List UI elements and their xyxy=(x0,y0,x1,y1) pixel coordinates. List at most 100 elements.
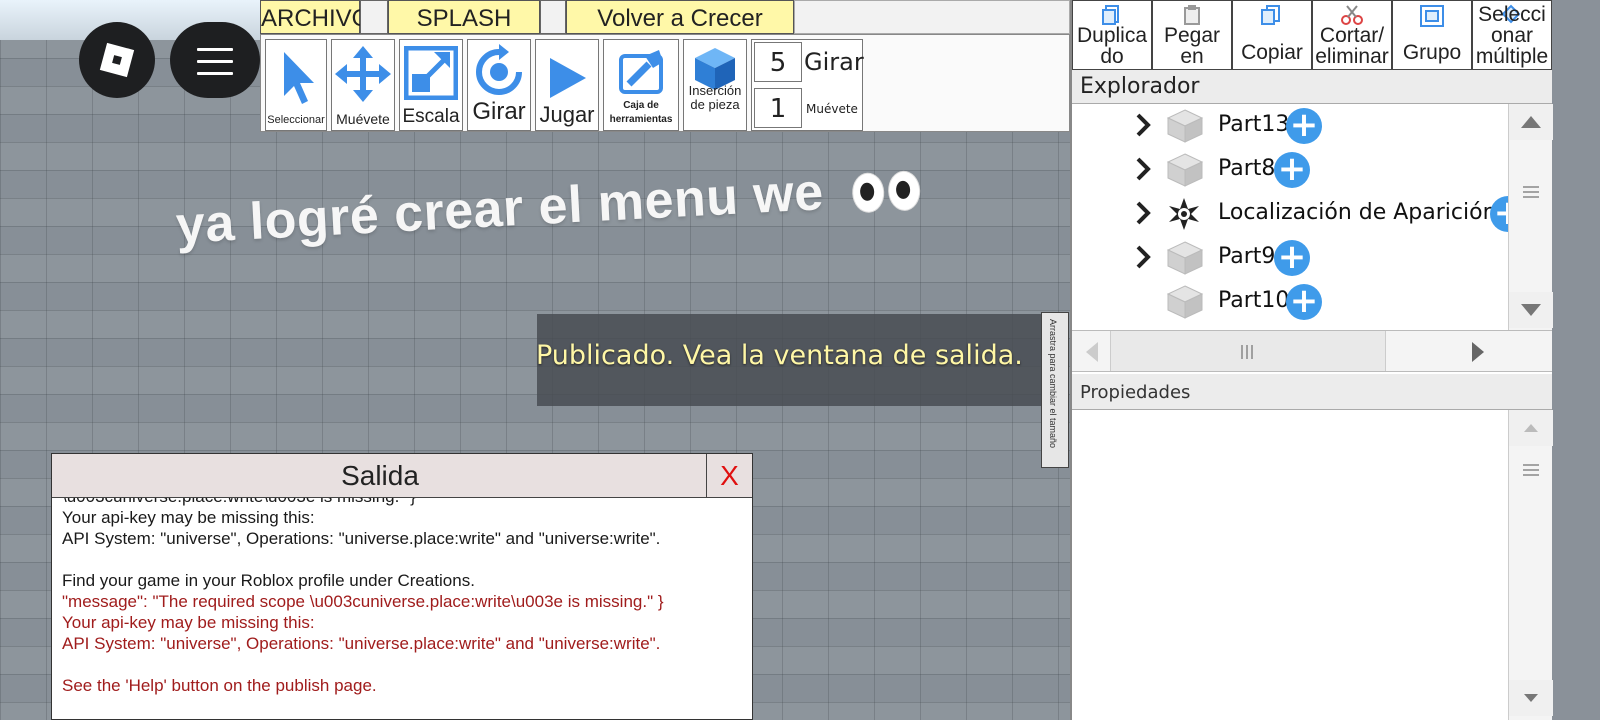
select-tool-label: Seleccionar xyxy=(267,114,325,126)
arrow-up-icon xyxy=(1524,424,1538,432)
duplicate-icon xyxy=(1102,5,1119,25)
scroll-grip-icon[interactable] xyxy=(1521,184,1541,200)
horizontal-scroll-thumb[interactable] xyxy=(1110,331,1386,371)
resize-handle[interactable]: Arrastra para cambiar el tamaño xyxy=(1041,312,1069,468)
duplicate-button[interactable]: Duplica do xyxy=(1072,0,1152,70)
group-button[interactable]: Grupo xyxy=(1392,0,1472,70)
arrow-right-icon[interactable] xyxy=(1468,340,1488,364)
paste-into-label: Pegar en xyxy=(1163,24,1221,68)
output-line: "message": "The required scope \u003cuni… xyxy=(62,592,664,611)
part-icon xyxy=(1166,109,1204,143)
chevron-right-icon[interactable] xyxy=(1134,244,1154,270)
tree-item-spawn-location[interactable]: Localización de Aparición + xyxy=(1072,192,1508,236)
group-label: Grupo xyxy=(1402,41,1462,64)
tab-spacer xyxy=(360,0,388,34)
insert-object-plus-icon[interactable]: + xyxy=(1274,152,1310,188)
copy-button[interactable]: Copiar xyxy=(1232,0,1312,70)
arrow-left-icon[interactable] xyxy=(1082,340,1102,364)
chevron-right-icon[interactable] xyxy=(1134,156,1154,182)
explorer-horizontal-scrollbar[interactable] xyxy=(1072,330,1552,372)
insert-object-plus-icon[interactable]: + xyxy=(1286,284,1322,320)
chevron-right-icon[interactable] xyxy=(1134,112,1154,138)
spawn-icon xyxy=(1169,198,1199,230)
tree-item-label: Part10 xyxy=(1218,288,1290,313)
tree-item-part10[interactable]: Part10 + xyxy=(1072,280,1508,324)
output-log[interactable]: \u003cuniverse.place:write\u003e is miss… xyxy=(52,498,752,720)
tree-item-label: Part13 xyxy=(1218,112,1290,137)
tree-item-part13[interactable]: Part13 + xyxy=(1072,104,1508,148)
explorer-vertical-scrollbar[interactable] xyxy=(1508,104,1553,330)
properties-vertical-scrollbar[interactable] xyxy=(1508,410,1553,720)
tree-item-label: Localización de Aparición xyxy=(1218,200,1497,225)
chevron-right-icon[interactable] xyxy=(1134,200,1154,226)
paste-icon xyxy=(1184,5,1200,25)
hamburger-icon xyxy=(197,48,233,84)
part-insert-label-line1: Inserción xyxy=(688,83,742,98)
insert-object-plus-icon[interactable]: + xyxy=(1286,108,1322,144)
toolbox-button[interactable]: Caja de herramientas xyxy=(603,39,679,131)
paste-into-button[interactable]: Pegar en xyxy=(1152,0,1232,70)
output-line: See the 'Help' button on the publish pag… xyxy=(62,676,377,695)
explorer-header: Explorador xyxy=(1072,70,1552,104)
rotate-increment-input[interactable]: 5 xyxy=(754,42,802,82)
part-insert-button[interactable]: Inserción de pieza xyxy=(683,39,747,131)
tree-item-part8[interactable]: Part8 + xyxy=(1072,148,1508,192)
output-line: Your api-key may be missing this: xyxy=(62,613,315,632)
scroll-down-button[interactable] xyxy=(1509,292,1553,328)
quick-tools-bar: Duplica do Pegar en Copiar Cortar/eliminar… xyxy=(1072,0,1552,70)
move-arrows-icon xyxy=(335,46,391,102)
tab-splash[interactable]: SPLASH xyxy=(388,0,540,34)
tab-spacer xyxy=(540,0,566,34)
scroll-grip-icon[interactable] xyxy=(1521,462,1541,478)
roblox-menu-button[interactable] xyxy=(79,22,155,98)
output-lines: \u003cuniverse.place:write\u003e is miss… xyxy=(62,498,664,696)
rotate-increment-label: Girar xyxy=(804,48,864,76)
cut-delete-button[interactable]: Cortar/eliminar xyxy=(1312,0,1392,70)
tree-item-part9[interactable]: Part9 + xyxy=(1072,236,1508,280)
scale-tool-button[interactable]: Escala xyxy=(399,39,463,131)
arrow-down-icon xyxy=(1524,694,1538,702)
output-window: Salida X \u003cuniverse.place:write\u003… xyxy=(51,453,753,720)
tab-archivo[interactable]: ARCHIVO xyxy=(260,0,370,34)
arrow-down-icon xyxy=(1521,304,1541,316)
properties-list[interactable] xyxy=(1072,410,1508,720)
rotate-tool-button[interactable]: Girar xyxy=(467,39,531,131)
select-tool-button[interactable]: Seleccionar xyxy=(265,39,327,131)
explorer-tree[interactable]: Part13 + Part8 + Localización de Aparici… xyxy=(1072,104,1508,330)
hamburger-menu-button[interactable] xyxy=(170,22,260,98)
toolbox-label-line1: Caja de xyxy=(623,100,659,111)
output-line: Find your game in your Roblox profile un… xyxy=(62,571,475,590)
eyes-emoji-icon xyxy=(851,170,922,214)
output-line: \u003cuniverse.place:write\u003e is miss… xyxy=(62,498,664,507)
move-increment-input[interactable]: 1 xyxy=(754,88,802,128)
insert-object-plus-icon[interactable]: + xyxy=(1274,240,1310,276)
tab-volver-a-crecer[interactable]: Volver a Crecer xyxy=(566,0,794,34)
output-title: Salida xyxy=(341,460,419,491)
resize-handle-label: Arrastra para cambiar el tamaño xyxy=(1048,319,1058,449)
scale-icon xyxy=(404,46,458,100)
arrow-up-icon xyxy=(1521,116,1541,128)
output-header[interactable]: Salida X xyxy=(52,454,752,498)
multi-select-button[interactable]: Selecci onar múltiple xyxy=(1472,0,1552,70)
scroll-down-button[interactable] xyxy=(1509,680,1553,716)
move-tool-button[interactable]: Muévete xyxy=(331,39,395,131)
properties-header: Propiedades xyxy=(1072,374,1552,410)
rotate-tool-label: Girar xyxy=(472,98,526,125)
studio-side-panel: Duplica do Pegar en Copiar Cortar/eliminar… xyxy=(1070,0,1600,720)
ribbon-tabs: ARCHIVO SPLASH Volver a Crecer xyxy=(260,0,1070,34)
cursor-arrow-icon xyxy=(284,52,314,104)
roblox-logo-icon xyxy=(99,42,135,78)
copy-label: Copiar xyxy=(1241,41,1303,64)
output-line: Your api-key may be missing this: xyxy=(62,508,315,527)
part-insert-label: Inserción de pieza xyxy=(684,84,746,112)
tree-item-label: Part8 xyxy=(1218,156,1276,181)
scroll-up-button[interactable] xyxy=(1509,104,1553,140)
part-insert-label-line2: de pieza xyxy=(690,97,740,112)
tab-bar-fill xyxy=(794,0,1070,34)
close-output-button[interactable]: X xyxy=(706,454,752,498)
scroll-up-button[interactable] xyxy=(1509,410,1553,446)
play-tool-button[interactable]: Jugar xyxy=(535,39,599,131)
scale-tool-label: Escala xyxy=(402,106,460,127)
